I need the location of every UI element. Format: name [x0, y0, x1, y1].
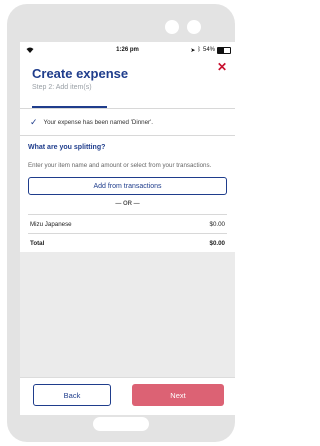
footer-bar: Back Next — [20, 377, 235, 415]
item-amount: $0.00 — [209, 220, 225, 228]
name-notice: ✓ Your expense has been named 'Dinner'. — [20, 109, 235, 135]
home-button[interactable] — [93, 417, 149, 431]
page-title: Create expense — [32, 66, 129, 81]
total-amount: $0.00 — [209, 239, 225, 247]
close-icon[interactable]: ✕ — [217, 60, 227, 74]
sensor-dot — [187, 20, 201, 34]
total-row: Total $0.00 — [28, 233, 227, 252]
back-button[interactable]: Back — [33, 384, 111, 406]
check-icon: ✓ — [30, 116, 38, 127]
page-header: Create expense Step 2: Add item(s) ✕ — [20, 58, 235, 108]
app-screen: 1:26 pm ➤ ᛒ 54% Create expense Step 2: A… — [20, 42, 235, 415]
split-description: Enter your item name and amount or selec… — [28, 162, 212, 169]
item-name: Mizu Japanese — [30, 220, 72, 228]
battery-icon — [217, 46, 231, 54]
add-from-transactions-button[interactable]: Add from transactions — [28, 177, 227, 195]
camera-dot — [165, 20, 179, 34]
notice-text: Your expense has been named 'Dinner'. — [43, 118, 154, 126]
split-question: What are you splitting? — [28, 144, 106, 151]
phone-frame: 1:26 pm ➤ ᛒ 54% Create expense Step 2: A… — [7, 4, 235, 442]
total-label: Total — [30, 239, 45, 247]
list-item[interactable]: Mizu Japanese $0.00 — [28, 214, 227, 233]
or-separator: — OR — — [115, 201, 140, 207]
next-button[interactable]: Next — [132, 384, 224, 406]
step-progress — [32, 106, 235, 108]
split-section: What are you splitting? Enter your item … — [20, 136, 235, 252]
status-time: 1:26 pm — [116, 47, 139, 53]
step-label: Step 2: Add item(s) — [32, 84, 92, 91]
status-bar: 1:26 pm ➤ ᛒ 54% — [20, 42, 235, 58]
